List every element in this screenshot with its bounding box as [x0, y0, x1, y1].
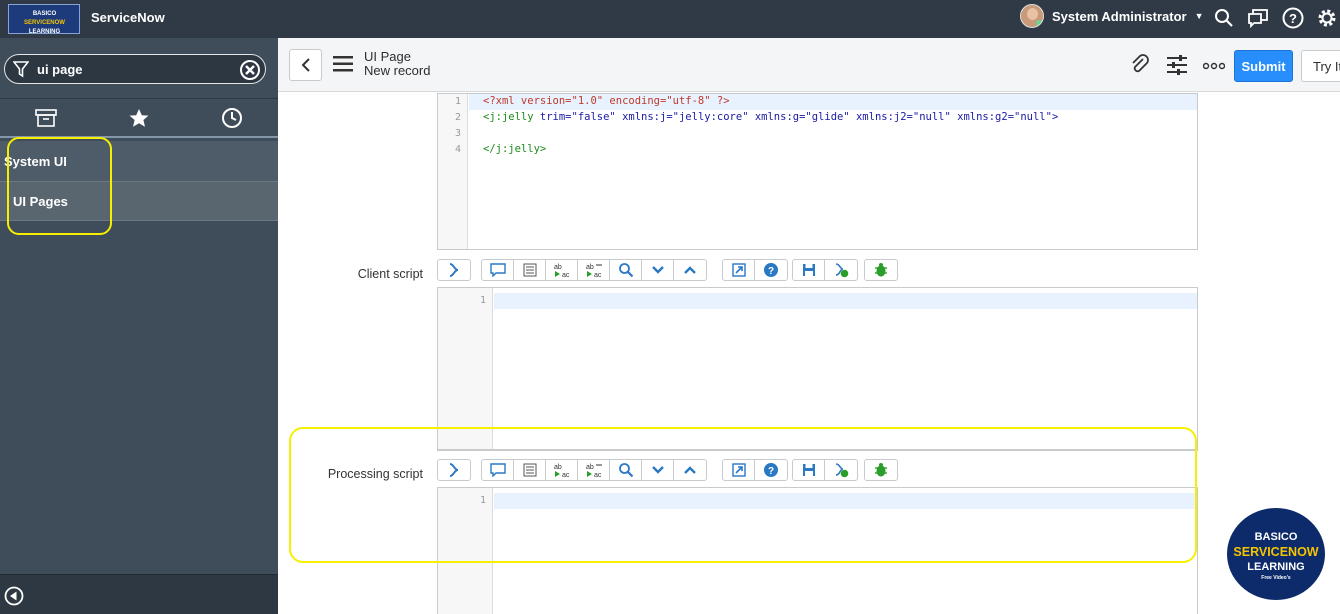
- svg-text:ab: ab: [554, 264, 562, 271]
- try-it-button[interactable]: Try It: [1301, 50, 1340, 82]
- form-header: UI Page New record Submit Try It: [278, 38, 1340, 92]
- back-button[interactable]: [289, 49, 322, 81]
- replace-all-icon[interactable]: ab ac: [578, 260, 610, 280]
- debug-icon[interactable]: [865, 260, 897, 280]
- svg-text:ac: ac: [594, 272, 602, 278]
- filter-icon: [13, 61, 29, 78]
- avatar: [1020, 4, 1044, 28]
- collapse-icon[interactable]: [4, 586, 24, 606]
- clear-filter-icon[interactable]: [239, 59, 261, 81]
- navigator-sidebar: ui page System UI UI Pages: [0, 38, 278, 614]
- format-code-icon[interactable]: [514, 260, 546, 280]
- fullscreen-icon[interactable]: [723, 260, 755, 280]
- tab-all-apps[interactable]: [0, 99, 93, 136]
- svg-text:?: ?: [1289, 11, 1297, 26]
- active-line: [494, 293, 1197, 309]
- find-previous-icon[interactable]: [674, 260, 706, 280]
- client-script-toolbar: ab ac ab ac: [481, 259, 707, 281]
- save-icon[interactable]: [793, 260, 825, 280]
- hamburger-menu-icon[interactable]: [333, 56, 353, 72]
- user-menu[interactable]: System Administrator ▼: [1020, 3, 1204, 29]
- navigator-filter[interactable]: ui page: [4, 54, 266, 84]
- form-title: UI Page New record: [364, 49, 431, 78]
- svg-text:ab: ab: [586, 264, 594, 271]
- code-line-4: </j:jelly>: [483, 143, 547, 155]
- highlight-annotation: [7, 137, 112, 235]
- client-script-toolbar-2: ?: [722, 259, 788, 281]
- search-code-icon[interactable]: [610, 260, 642, 280]
- tab-history[interactable]: [185, 99, 278, 136]
- clock-icon: [221, 107, 242, 128]
- settings-sliders-icon[interactable]: [1167, 54, 1187, 76]
- client-script-editor[interactable]: 1: [437, 287, 1198, 450]
- gear-icon[interactable]: [1314, 5, 1340, 31]
- submit-button[interactable]: Submit: [1234, 50, 1293, 82]
- watermark-logo: BASICO SERVICENOW LEARNING Free Video's: [1224, 506, 1328, 601]
- find-next-icon[interactable]: [642, 260, 674, 280]
- chevron-left-icon: [301, 58, 310, 72]
- star-icon: [129, 108, 149, 127]
- comment-icon[interactable]: [482, 260, 514, 280]
- chat-icon[interactable]: [1245, 5, 1271, 31]
- client-script-toolbar-4: [864, 259, 898, 281]
- client-script-label: Client script: [357, 267, 423, 281]
- company-logo[interactable]: BASICO SERVICENOW LEARNING: [8, 4, 80, 35]
- help-icon[interactable]: ?: [1280, 5, 1306, 31]
- line-gutter: 1: [438, 288, 493, 449]
- top-bar: BASICO SERVICENOW LEARNING ServiceNow Sy…: [0, 0, 1340, 38]
- script-help-icon[interactable]: ?: [755, 260, 787, 280]
- navigator-tabs: [0, 98, 278, 138]
- line-gutter: 1 2 3 4: [438, 94, 468, 249]
- tab-favorites[interactable]: [93, 99, 186, 136]
- user-name: System Administrator: [1052, 8, 1187, 24]
- client-toggle-toolbar: [437, 259, 471, 281]
- toggle-syntax-icon[interactable]: [438, 260, 470, 280]
- archive-icon: [35, 108, 58, 127]
- more-options-icon[interactable]: [1203, 62, 1225, 70]
- chevron-down-icon: ▼: [1194, 11, 1204, 21]
- code-line-1: <?xml version="1.0" encoding="utf-8" ?>: [483, 95, 730, 107]
- code-line-2: <j:jelly trim="false" xmlns:j="jelly:cor…: [483, 111, 1059, 123]
- filter-input[interactable]: ui page: [37, 62, 83, 77]
- replace-icon[interactable]: ab ac: [546, 260, 578, 280]
- search-icon[interactable]: [1211, 5, 1237, 31]
- svg-text:ac: ac: [562, 272, 570, 278]
- svg-text:?: ?: [768, 266, 774, 277]
- syntax-check-icon[interactable]: [825, 260, 857, 280]
- client-script-toolbar-3: [792, 259, 858, 281]
- attachment-icon[interactable]: [1130, 54, 1150, 76]
- brand-title: ServiceNow: [91, 10, 165, 25]
- html-editor[interactable]: 1 2 3 4 <?xml version="1.0" encoding="ut…: [437, 93, 1198, 250]
- highlight-annotation-processing: [289, 427, 1197, 563]
- sidebar-footer: [0, 574, 278, 614]
